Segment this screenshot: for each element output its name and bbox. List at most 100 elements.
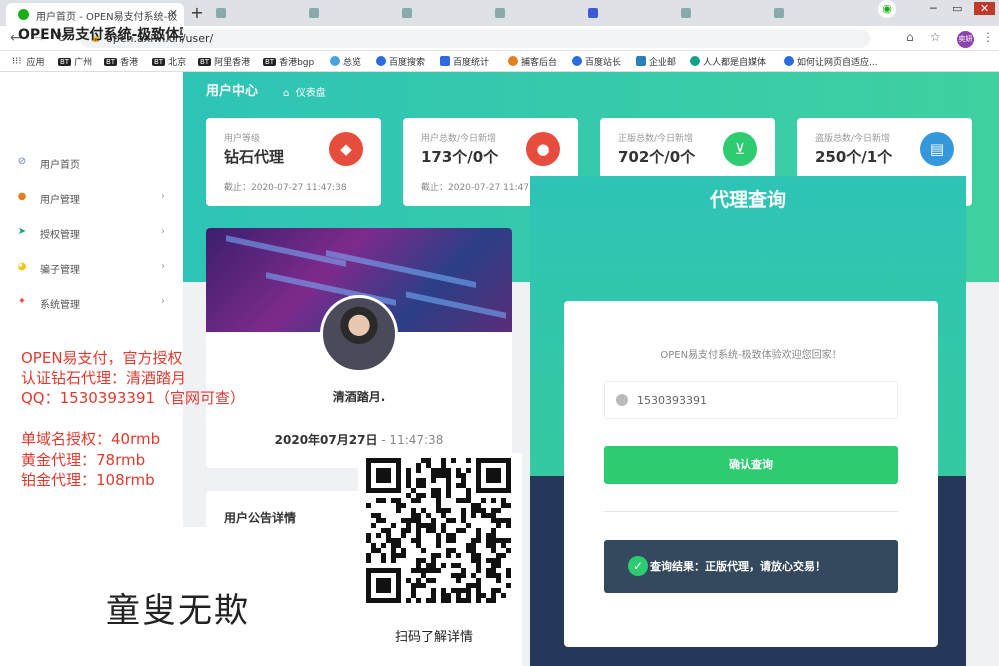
minimize-button[interactable]: ─: [930, 2, 937, 15]
bookmark-item[interactable]: 百度站长: [572, 55, 621, 68]
new-tab-button[interactable]: +: [188, 5, 206, 23]
bookmark-label: 北京: [168, 58, 187, 68]
window-close-button[interactable]: ✕: [974, 2, 996, 15]
qr-module: [406, 578, 411, 583]
qr-module: [456, 588, 461, 593]
qr-module: [451, 533, 456, 538]
tab-background[interactable]: [584, 6, 604, 22]
qr-module: [471, 508, 476, 513]
bookmark-item[interactable]: 捕客后台: [508, 55, 557, 68]
extension-icon[interactable]: ◉: [878, 0, 896, 18]
paw-icon: [376, 56, 386, 66]
qr-module: [366, 533, 371, 538]
qr-module: [466, 598, 471, 603]
favicon-icon: [216, 8, 226, 18]
qr-module: [436, 498, 441, 503]
site-favicon-icon: [18, 9, 29, 20]
tab-active[interactable]: 用户首页 - OPEN易支付系统-极 ✕: [6, 3, 184, 26]
stat-label: 正版总数/今日新增: [618, 134, 694, 144]
qr-module: [386, 538, 391, 543]
qr-module: [406, 528, 411, 533]
promo-line: OPEN易支付，官方授权: [21, 349, 183, 367]
qr-module: [481, 593, 486, 598]
sidebar-item-auth[interactable]: ➤ 授权管理 ›: [0, 216, 183, 251]
qr-module: [411, 538, 416, 543]
home-icon[interactable]: ⌂: [283, 88, 289, 99]
qr-module: [486, 543, 491, 548]
user-icon: [616, 394, 628, 406]
bookmark-star-icon[interactable]: ☆: [930, 30, 941, 44]
confirm-query-button[interactable]: 确认查询: [604, 446, 898, 484]
tab-background[interactable]: [770, 6, 790, 22]
qr-module: [386, 528, 391, 533]
sidebar-item-system[interactable]: ✦ 系统管理 ›: [0, 286, 183, 321]
bookmark-item[interactable]: BT 香港: [104, 55, 138, 68]
tab-background[interactable]: [398, 6, 418, 22]
qr-module: [456, 473, 461, 478]
qr-module: [496, 573, 501, 578]
tab-background[interactable]: [677, 6, 697, 22]
bookmark-item[interactable]: 总览: [330, 55, 361, 68]
bookmark-item[interactable]: BT 香港bgp: [263, 55, 314, 68]
qr-module: [446, 593, 451, 598]
profile-time: - 11:47:38: [377, 433, 444, 447]
qr-module: [441, 473, 446, 478]
bookmark-item[interactable]: 人人都是自媒体: [690, 55, 766, 68]
profile-avatar[interactable]: 奕妍: [957, 31, 974, 48]
qr-module: [376, 548, 381, 553]
bookmark-item[interactable]: BT 广州: [58, 55, 92, 68]
qr-module: [476, 588, 481, 593]
qr-module: [416, 563, 421, 568]
bookmark-item[interactable]: ⁝⁝⁝ 应用: [10, 55, 45, 68]
qr-module: [436, 543, 441, 548]
tab-background[interactable]: [491, 6, 511, 22]
qr-module: [391, 538, 396, 543]
qr-module: [416, 578, 421, 583]
qr-module: [441, 523, 446, 528]
qr-module: [396, 503, 401, 508]
compass-icon: ⊘: [17, 156, 27, 167]
bookmark-item[interactable]: 百度统计: [440, 55, 489, 68]
sidebar-item-scammers[interactable]: ◕ 骗子管理 ›: [0, 251, 183, 286]
qr-module: [421, 523, 426, 528]
translate-icon[interactable]: ⌂: [906, 30, 914, 44]
promo-line: 认证钻石代理：清酒踏月: [21, 369, 187, 387]
qr-module: [471, 543, 476, 548]
url-input[interactable]: 🔒 open.axiwl.cn/user/: [80, 29, 870, 48]
qr-module: [471, 558, 476, 563]
qr-module: [461, 588, 466, 593]
tab-background[interactable]: [305, 6, 325, 22]
qr-module: [381, 518, 386, 523]
qr-module: [416, 543, 421, 548]
bookmark-item[interactable]: 百度搜索: [376, 55, 425, 68]
qr-module: [506, 548, 511, 553]
bookmark-item[interactable]: 如何让网页自适应...: [784, 55, 878, 68]
query-result-alert: ✓ 查询结果：正版代理，请放心交易！: [604, 540, 898, 593]
breadcrumb[interactable]: ⌂ 仪表盘: [283, 84, 326, 99]
qr-module: [371, 513, 376, 518]
qr-module: [396, 553, 401, 558]
qr-module: [371, 548, 376, 553]
sidebar-item-home[interactable]: ⊘ 用户首页: [0, 146, 183, 181]
qq-input[interactable]: 1530393391: [604, 381, 898, 419]
menu-dots-icon[interactable]: ⋮: [982, 30, 994, 44]
tab-background[interactable]: [212, 6, 232, 22]
qr-module: [451, 538, 456, 543]
bookmark-item[interactable]: BT 北京: [152, 55, 186, 68]
maximize-button[interactable]: ▭: [952, 2, 962, 15]
qr-module: [451, 563, 456, 568]
bt-icon: BT: [198, 58, 212, 66]
close-icon[interactable]: ✕: [169, 7, 178, 20]
sidebar-item-users[interactable]: ● 用户管理 ›: [0, 181, 183, 216]
qr-module: [476, 553, 481, 558]
qr-module: [441, 463, 446, 468]
bookmark-item[interactable]: BT 阿里香港: [198, 55, 250, 68]
qr-module: [431, 568, 436, 573]
qr-module: [436, 493, 441, 498]
qr-module: [376, 578, 391, 593]
qr-module: [401, 518, 406, 523]
qr-module: [456, 468, 461, 473]
qr-module: [396, 508, 401, 513]
bookmark-item[interactable]: 企业邮: [636, 55, 676, 68]
page-title: 用户中心: [206, 84, 259, 99]
